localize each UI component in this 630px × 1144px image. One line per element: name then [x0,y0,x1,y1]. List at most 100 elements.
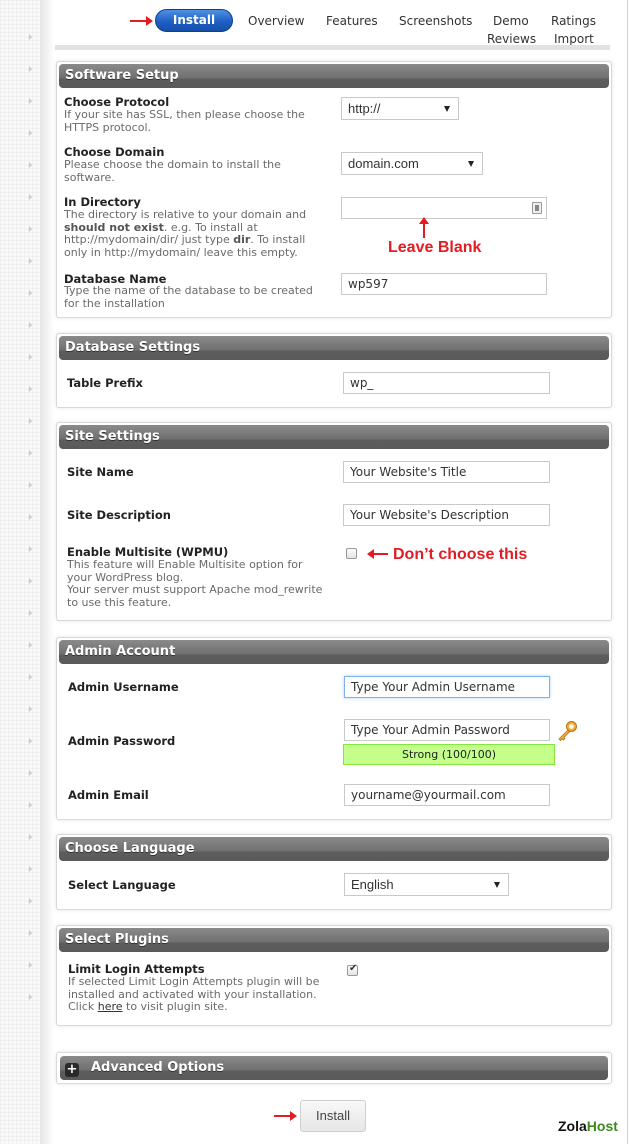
panel-title: Site Settings [59,425,609,449]
tab-screenshots[interactable]: Screenshots [399,14,472,28]
choose-language-panel: Choose Language [56,834,612,910]
directory-label: In Directory [64,195,141,209]
database-name-description: Type the name of the database to be crea… [64,284,313,310]
sidebar-arrow-icon [29,482,32,488]
sidebar-arrow-icon [29,98,32,104]
panel-title: Choose Language [59,837,609,861]
tab-features[interactable]: Features [326,14,378,28]
admin-password-label: Admin Password [68,734,176,748]
left-sidebar-strip [0,0,40,1144]
sidebar-arrow-icon [29,930,32,936]
dont-choose-annotation: Don’t choose this [393,546,528,563]
limit-login-description: If selected Limit Login Attempts plugin … [68,975,320,1013]
admin-username-input[interactable]: Type Your Admin Username [344,676,550,698]
multisite-label: Enable Multisite (WPMU) [67,545,229,559]
protocol-description: If your site has SSL, then please choose… [64,108,305,134]
admin-email-label: Admin Email [68,788,149,802]
expand-plus-icon[interactable]: + [65,1063,79,1077]
domain-select[interactable]: domain.com [341,152,483,175]
sidebar-arrow-icon [29,162,32,168]
chevron-down-icon [494,882,500,888]
site-description-label: Site Description [67,508,171,522]
panel-title: Software Setup [59,64,609,88]
sidebar-arrow-icon [29,994,32,1000]
annotation-arrow-icon [130,16,153,26]
tab-import[interactable]: Import [554,32,594,46]
sidebar-shadow [40,0,54,1144]
admin-username-label: Admin Username [68,680,179,694]
table-prefix-input[interactable]: wp_ [343,372,550,394]
multisite-checkbox[interactable] [346,548,357,559]
limit-login-label: Limit Login Attempts [68,962,205,976]
plugin-site-link[interactable]: here [98,1000,123,1013]
directory-input[interactable] [341,197,547,219]
sidebar-arrow-icon [29,578,32,584]
install-button[interactable]: Install [300,1100,366,1132]
protocol-label: Choose Protocol [64,95,170,109]
site-description-input[interactable]: Your Website's Description [343,504,550,526]
sidebar-arrow-icon [29,514,32,520]
advanced-options-panel[interactable]: Advanced Options + [56,1052,612,1084]
language-value: English [351,877,394,892]
tab-overview[interactable]: Overview [248,14,305,28]
sidebar-arrow-icon [29,34,32,40]
sidebar-arrow-icon [29,354,32,360]
chevron-down-icon [468,161,474,167]
sidebar-arrow-icon [29,610,32,616]
sidebar-arrow-icon [29,770,32,776]
tab-ratings[interactable]: Ratings [551,14,596,28]
sidebar-arrow-icon [29,834,32,840]
tab-install[interactable]: Install [155,9,233,32]
annotation-arrow-icon [274,1111,297,1121]
language-select[interactable]: English [344,873,509,896]
domain-value: domain.com [348,156,419,171]
database-name-input[interactable]: wp597 [341,273,547,295]
right-border [627,0,628,1144]
sidebar-arrow-icon [29,322,32,328]
contact-card-icon [532,202,542,214]
domain-description: Please choose the domain to install the … [64,158,281,184]
site-name-label: Site Name [67,465,134,479]
limit-login-checkbox[interactable]: ✔ [347,963,358,976]
sidebar-arrow-icon [29,66,32,72]
admin-password-input[interactable]: Type Your Admin Password [344,719,550,741]
sidebar-arrow-icon [29,866,32,872]
multisite-description: This feature will Enable Multisite optio… [67,558,323,609]
protocol-select[interactable]: http:// [341,97,459,120]
sidebar-arrow-icon [29,130,32,136]
panel-title: Database Settings [59,336,609,360]
tab-demo[interactable]: Demo [493,14,529,28]
leave-blank-annotation: Leave Blank [388,239,482,256]
domain-label: Choose Domain [64,145,165,159]
annotation-left-arrow-icon [367,549,388,559]
sidebar-arrow-icon [29,546,32,552]
protocol-value: http:// [348,101,381,116]
panel-title: Select Plugins [59,928,609,952]
database-settings-panel: Database Settings [56,333,612,408]
sidebar-arrow-icon [29,450,32,456]
directory-description: The directory is relative to your domain… [64,208,307,259]
tab-reviews[interactable]: Reviews [487,32,536,46]
sidebar-arrow-icon [29,642,32,648]
sidebar-arrow-icon [29,706,32,712]
sidebar-arrow-icon [29,258,32,264]
sidebar-arrow-icon [29,290,32,296]
checkmark-icon: ✔ [349,963,358,974]
sidebar-arrow-icon [29,386,32,392]
annotation-up-arrow-icon [419,217,429,238]
site-name-input[interactable]: Your Website's Title [343,461,550,483]
sidebar-arrow-icon [29,962,32,968]
key-icon[interactable] [556,719,580,743]
chevron-down-icon [444,106,450,112]
sidebar-arrow-icon [29,802,32,808]
admin-email-input[interactable]: yourname@yourmail.com [344,784,550,806]
nav-divider [55,45,610,50]
language-label: Select Language [68,878,176,892]
advanced-options-title[interactable]: Advanced Options [60,1056,608,1080]
brand-logo: ZolaHost [558,1118,618,1134]
sidebar-arrow-icon [29,226,32,232]
sidebar-arrow-icon [29,738,32,744]
password-strength-meter: Strong (100/100) [343,744,555,765]
sidebar-arrow-icon [29,418,32,424]
table-prefix-label: Table Prefix [67,376,143,390]
